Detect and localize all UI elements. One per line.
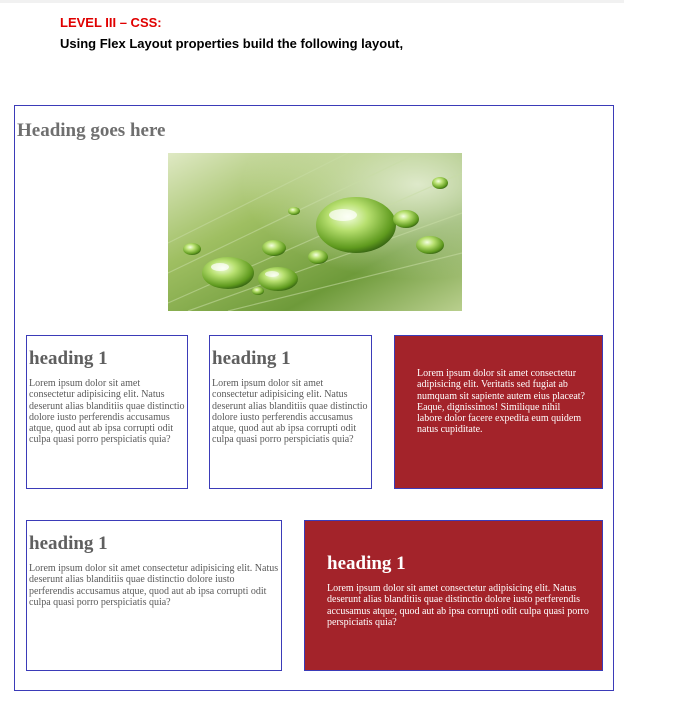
card-text: Lorem ipsum dolor sit amet consectetur a…	[212, 378, 368, 446]
layout-heading: Heading goes here	[17, 120, 166, 141]
instruction-text: Using Flex Layout properties build the f…	[60, 36, 404, 51]
card-text: Lorem ipsum dolor sit amet consectetur a…	[29, 563, 279, 608]
card-row1-1: heading 1 Lorem ipsum dolor sit amet con…	[26, 335, 188, 489]
layout-frame: Heading goes here heading 1 Lorem ipsum …	[14, 105, 614, 691]
card-heading: heading 1	[327, 553, 406, 574]
card-heading: heading 1	[29, 348, 108, 369]
page-top-rule	[0, 0, 624, 3]
card-text: Lorem ipsum dolor sit amet consectetur a…	[327, 583, 589, 628]
card-row1-2: heading 1 Lorem ipsum dolor sit amet con…	[209, 335, 372, 489]
leaf-droplets-image	[168, 153, 462, 311]
card-row2-2-red: heading 1 Lorem ipsum dolor sit amet con…	[304, 520, 603, 671]
card-heading: heading 1	[29, 533, 108, 554]
level-label: LEVEL III – CSS:	[60, 15, 162, 30]
card-text: Lorem ipsum dolor sit amet consectetur a…	[29, 378, 185, 446]
card-row2-1: heading 1 Lorem ipsum dolor sit amet con…	[26, 520, 282, 671]
leaf-water-droplets-photo-icon	[168, 153, 462, 311]
card-row1-3-red: Lorem ipsum dolor sit amet consectetur a…	[394, 335, 603, 489]
card-heading: heading 1	[212, 348, 291, 369]
card-text: Lorem ipsum dolor sit amet consectetur a…	[417, 368, 585, 436]
